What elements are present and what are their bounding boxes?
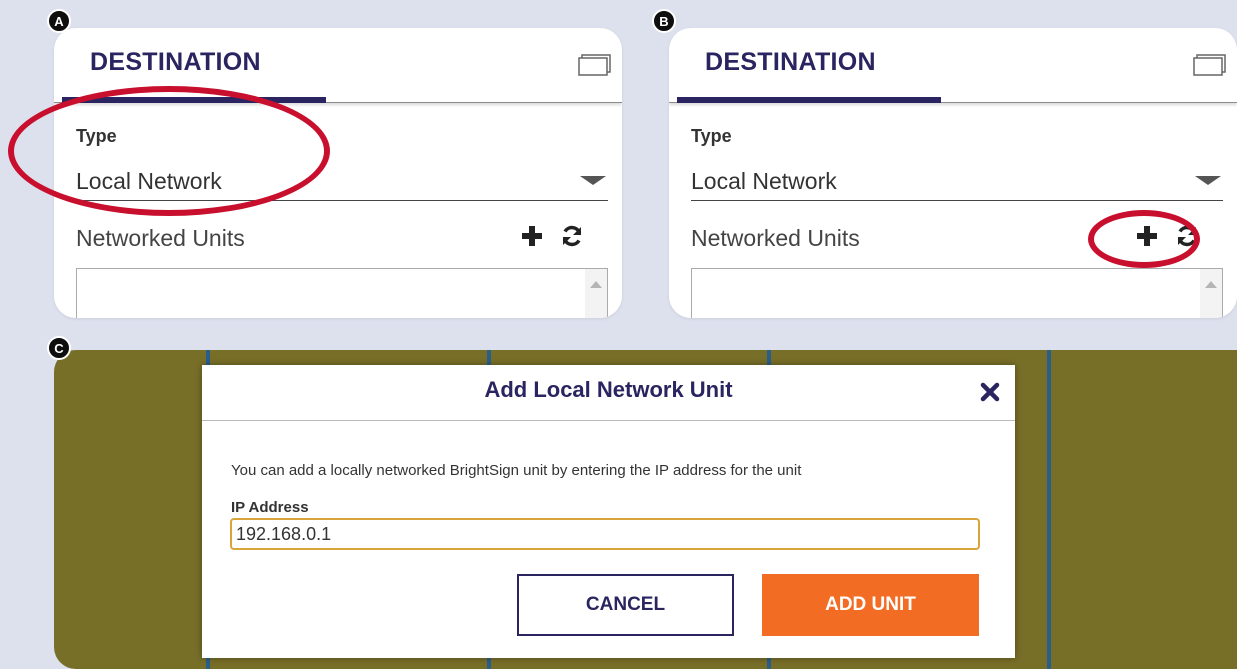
- scroll-up-button[interactable]: [585, 269, 607, 318]
- ip-address-input[interactable]: [230, 518, 980, 550]
- dialog-title: Add Local Network Unit: [484, 377, 733, 402]
- networked-units-list[interactable]: [76, 268, 608, 318]
- ip-address-label: IP Address: [231, 499, 309, 516]
- add-local-network-unit-dialog: Add Local Network Unit You can add a loc…: [202, 365, 1015, 658]
- active-tab-indicator: [677, 97, 941, 103]
- networked-units-list[interactable]: [691, 268, 1223, 318]
- type-value: Local Network: [691, 168, 837, 194]
- dialog-header: Add Local Network Unit: [202, 365, 1015, 421]
- close-icon[interactable]: [979, 381, 1001, 403]
- cancel-button[interactable]: CANCEL: [517, 574, 734, 636]
- add-unit-button[interactable]: ADD UNIT: [762, 574, 979, 636]
- chevron-up-icon: [590, 281, 602, 288]
- step-badge-c: C: [47, 336, 71, 360]
- step-badge-b: B: [652, 9, 676, 33]
- chevron-up-icon: [1205, 281, 1217, 288]
- refresh-icon[interactable]: [560, 224, 584, 248]
- step-badge-a: A: [47, 9, 71, 33]
- dialog-backdrop: Add Local Network Unit You can add a loc…: [54, 350, 1237, 669]
- type-label: Type: [691, 126, 732, 146]
- window-icon[interactable]: [578, 54, 612, 76]
- grid-divider: [1047, 350, 1051, 669]
- panel-header: DESTINATION: [669, 28, 1237, 103]
- panel-title: DESTINATION: [705, 48, 876, 76]
- destination-panel-b: DESTINATION Type Local Network Networked…: [669, 28, 1237, 318]
- highlight-ring-add: [1088, 210, 1200, 268]
- networked-units-label: Networked Units: [691, 225, 860, 251]
- panel-title: DESTINATION: [90, 48, 261, 76]
- dialog-description: You can add a locally networked BrightSi…: [231, 462, 802, 479]
- scroll-up-button[interactable]: [1200, 269, 1222, 318]
- type-select[interactable]: Local Network: [691, 164, 1223, 201]
- plus-icon[interactable]: [520, 224, 544, 248]
- window-icon[interactable]: [1193, 54, 1227, 76]
- chevron-down-icon[interactable]: [1195, 176, 1221, 185]
- chevron-down-icon[interactable]: [580, 176, 606, 185]
- networked-units-label: Networked Units: [76, 225, 245, 251]
- highlight-ring-type: [8, 86, 330, 216]
